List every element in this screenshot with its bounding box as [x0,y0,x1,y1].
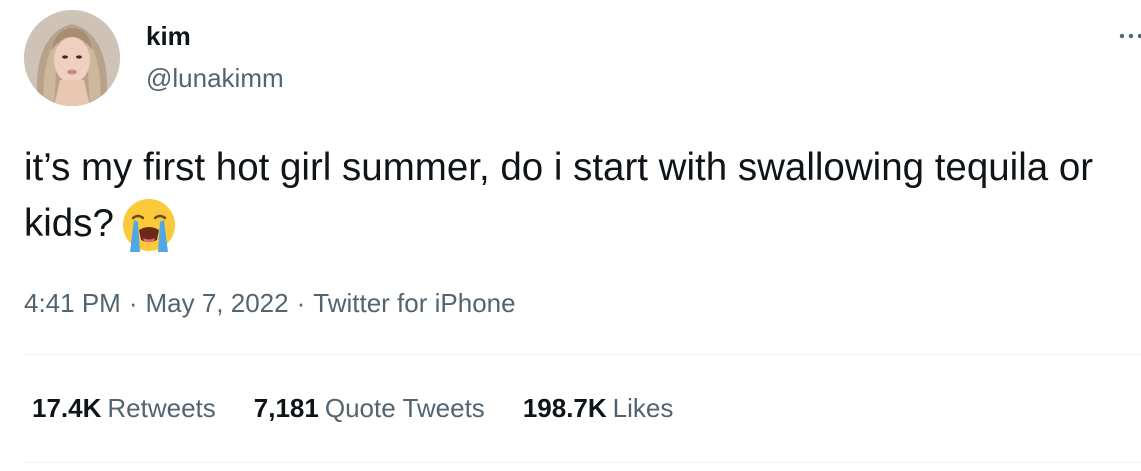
avatar-image [24,10,120,106]
quote-tweets-stat[interactable]: 7,181 Quote Tweets [254,390,485,426]
tweet-date[interactable]: May 7, 2022 [146,288,289,318]
more-options-icon[interactable] [1116,26,1141,46]
tweet-source[interactable]: Twitter for iPhone [313,288,515,318]
display-name[interactable]: kim [146,20,191,52]
meta-separator: · [296,288,306,318]
quote-tweets-count: 7,181 [253,393,319,423]
likes-label: Likes [612,393,674,423]
meta-separator: · [128,288,138,318]
loudly-crying-face-icon [120,196,178,254]
user-handle[interactable]: @lunakimm [146,62,284,94]
retweets-count: 17.4K [32,393,102,423]
tweet-card: kim @lunakimm it’s my first hot girl sum… [0,0,1141,471]
tweet-metadata: 4:41 PM · May 7, 2022 · Twitter for iPhone [24,285,516,321]
divider [24,354,1141,355]
avatar[interactable] [24,10,120,106]
likes-stat[interactable]: 198.7K Likes [523,390,674,426]
engagement-stats: 17.4K Retweets 7,181 Quote Tweets 198.7K Li… [32,390,711,426]
tweet-text: it’s my first hot girl summer, do i star… [24,140,1124,254]
tweet-time[interactable]: 4:41 PM [24,288,121,318]
retweets-label: Retweets [107,393,216,423]
divider [24,462,1141,463]
quote-tweets-label: Quote Tweets [324,393,485,423]
retweets-stat[interactable]: 17.4K Retweets [32,390,216,426]
likes-count: 198.7K [522,393,607,423]
tweet-body: it’s my first hot girl summer, do i star… [24,146,1094,245]
